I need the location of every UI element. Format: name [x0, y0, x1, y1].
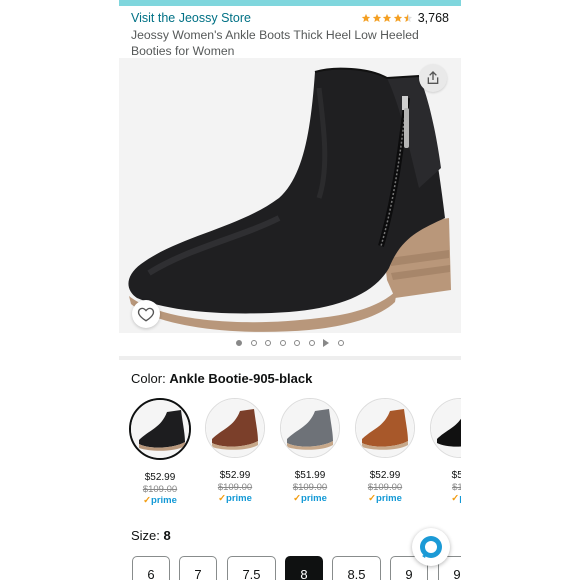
swatch-price: $52.99 — [219, 470, 251, 481]
size-option[interactable]: 6 — [132, 556, 170, 580]
color-selection-label: Color: Ankle Bootie-905-black — [131, 371, 312, 386]
prime-badge: ✓prime — [368, 493, 402, 504]
gallery-pagination[interactable] — [119, 339, 461, 347]
chat-assistant-button[interactable] — [412, 528, 450, 566]
gallery-dot[interactable] — [265, 340, 272, 346]
top-accent-bar — [119, 0, 461, 6]
swatch-image — [355, 398, 415, 458]
star-icon — [383, 13, 392, 22]
gallery-dot-active[interactable] — [236, 340, 243, 346]
star-rating — [361, 13, 414, 23]
size-option[interactable]: 7.5 — [227, 556, 276, 580]
swatch-image — [205, 398, 265, 458]
size-option-selected[interactable]: 8 — [285, 556, 323, 580]
size-option[interactable]: 7 — [179, 556, 217, 580]
gallery-dot[interactable] — [308, 340, 315, 346]
color-swatch-black[interactable]: $52.99 $109.00 ✓prime — [129, 398, 191, 506]
prime-badge: ✓prime — [218, 493, 252, 504]
size-selection-label: Size: 8 — [131, 528, 171, 543]
color-swatch-black-2[interactable]: $52 $10 ✓pr — [429, 398, 461, 504]
share-icon — [427, 71, 439, 84]
heart-icon — [137, 307, 155, 322]
swatch-image — [430, 398, 461, 458]
gallery-dot[interactable] — [279, 340, 286, 346]
rating-summary[interactable]: 3,768 — [361, 11, 449, 25]
video-play-icon[interactable] — [323, 339, 330, 347]
color-swatch-tan[interactable]: $52.99 $109.00 ✓prime — [354, 398, 416, 504]
size-label: Size: — [131, 528, 160, 543]
half-star-icon — [404, 13, 413, 22]
section-divider — [119, 356, 461, 360]
color-swatch-brown[interactable]: $52.99 $109.00 ✓prime — [204, 398, 266, 504]
gallery-dot[interactable] — [294, 340, 301, 346]
product-image-gallery[interactable] — [119, 58, 461, 333]
rating-count: 3,768 — [417, 11, 449, 25]
product-image — [128, 67, 451, 332]
swatch-list-price: $10 — [452, 482, 461, 493]
swatch-price: $52.99 — [369, 470, 401, 481]
color-label: Color: — [131, 371, 166, 386]
size-option-list: 6 7 7.5 8 8.5 9 9 — [132, 556, 461, 580]
size-value: 8 — [163, 528, 171, 543]
product-title: Jeossy Women's Ankle Boots Thick Heel Lo… — [131, 28, 419, 58]
store-link[interactable]: Visit the Jeossy Store — [131, 11, 251, 25]
swatch-price: $52 — [451, 470, 461, 481]
color-swatch-grey[interactable]: $51.99 $109.00 ✓prime — [279, 398, 341, 504]
gallery-dot[interactable] — [250, 340, 257, 346]
gallery-dot[interactable] — [337, 340, 344, 346]
swatch-image — [129, 398, 191, 460]
prime-badge: ✓prime — [143, 495, 177, 506]
chat-bubble-icon — [420, 536, 442, 558]
swatch-list-price: $109.00 — [292, 482, 328, 493]
share-button[interactable] — [419, 64, 447, 92]
color-swatch-list: $52.99 $109.00 ✓prime $52.99 $109.00 ✓pr… — [129, 398, 461, 508]
swatch-price: $52.99 — [144, 472, 176, 483]
color-value: Ankle Bootie-905-black — [169, 371, 313, 386]
product-page: Visit the Jeossy Store 3,768 Jeossy Wome… — [119, 0, 461, 580]
swatch-list-price: $109.00 — [217, 482, 253, 493]
swatch-price: $51.99 — [294, 470, 326, 481]
prime-badge: ✓pr — [451, 493, 461, 504]
swatch-list-price: $109.00 — [367, 482, 403, 493]
swatch-image — [280, 398, 340, 458]
star-icon — [372, 13, 381, 22]
prime-badge: ✓prime — [293, 493, 327, 504]
swatch-list-price: $109.00 — [142, 484, 178, 495]
size-option[interactable]: 8.5 — [332, 556, 381, 580]
star-icon — [362, 13, 371, 22]
wishlist-button[interactable] — [132, 300, 160, 328]
star-icon — [393, 13, 402, 22]
